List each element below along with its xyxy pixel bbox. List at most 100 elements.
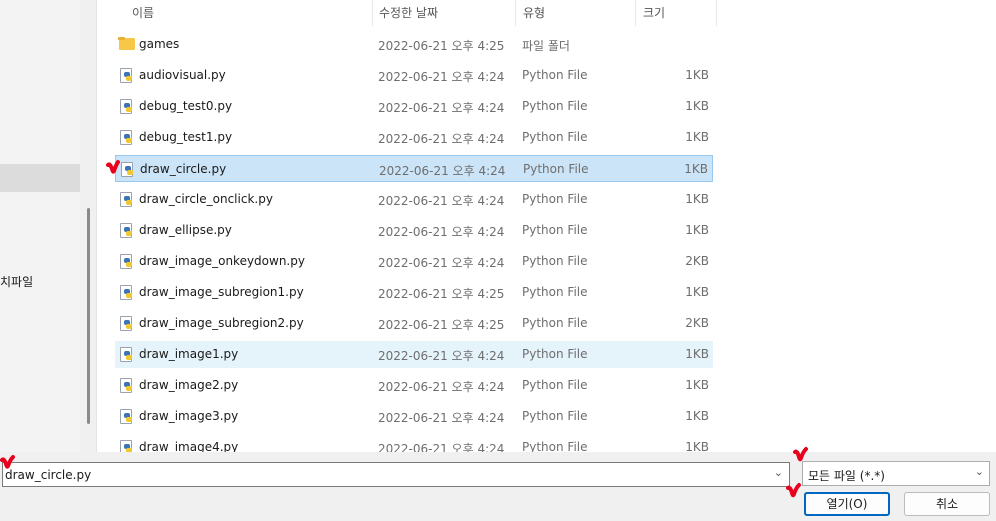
file-date-modified: 2022-06-21 오후 4:25 <box>378 287 505 301</box>
file-type: Python File <box>523 162 589 176</box>
file-date-modified: 2022-06-21 오후 4:24 <box>378 442 505 452</box>
file-date-modified: 2022-06-21 오후 4:24 <box>379 164 506 178</box>
file-date-modified: 2022-06-21 오후 4:24 <box>378 256 505 270</box>
file-date-modified: 2022-06-21 오후 4:24 <box>378 101 505 115</box>
navigation-scrollbar[interactable] <box>87 208 90 424</box>
file-row[interactable]: draw_circle.py 2022-06-21 오후 4:24 Python F… <box>115 155 713 182</box>
python-file-icon <box>120 285 134 300</box>
file-row[interactable]: draw_image4.py 2022-06-21 오후 4:24 Python F… <box>115 434 713 452</box>
file-size: 2KB <box>685 254 709 268</box>
column-header-type[interactable]: 유형 <box>523 0 635 26</box>
file-row[interactable]: draw_image_onkeydown.py 2022-06-21 오후 4:2… <box>115 248 713 275</box>
file-type: Python File <box>522 68 588 82</box>
file-size: 1KB <box>685 347 709 361</box>
filename-input-value[interactable]: draw_circle.py <box>5 468 91 482</box>
file-row[interactable]: draw_image2.py 2022-06-21 오후 4:24 Python F… <box>115 372 713 399</box>
file-name: draw_image_subregion2.py <box>139 316 304 330</box>
file-type: Python File <box>522 254 588 268</box>
file-type-filter-select[interactable]: 모든 파일 (*.*) ⌄ <box>802 461 990 486</box>
file-type: 파일 폴더 <box>522 39 570 53</box>
python-file-icon <box>121 162 135 177</box>
file-name: draw_circle.py <box>140 162 227 176</box>
python-file-icon <box>120 68 134 83</box>
file-name: draw_image_subregion1.py <box>139 285 304 299</box>
file-name: debug_test0.py <box>139 99 233 113</box>
python-file-icon <box>120 130 134 145</box>
file-type: Python File <box>522 316 588 330</box>
file-name: draw_image4.py <box>139 440 239 452</box>
file-size: 1KB <box>685 285 709 299</box>
file-row[interactable]: draw_image_subregion1.py 2022-06-21 오후 4:… <box>115 279 713 306</box>
file-type: Python File <box>522 99 588 113</box>
file-name: draw_image_onkeydown.py <box>139 254 305 268</box>
navigation-item-label[interactable]: 치파일 <box>0 273 33 290</box>
python-file-icon <box>120 223 134 238</box>
file-date-modified: 2022-06-21 오후 4:24 <box>378 225 505 239</box>
column-header-date[interactable]: 수정한 날짜 <box>379 0 515 26</box>
check-mark-annotation-icon <box>786 483 801 498</box>
chevron-down-icon[interactable]: ⌄ <box>975 465 984 478</box>
check-mark-annotation-icon <box>106 160 120 174</box>
file-row[interactable]: draw_ellipse.py 2022-06-21 오후 4:24 Python … <box>115 217 713 244</box>
file-row[interactable]: debug_test0.py 2022-06-21 오후 4:24 Python F… <box>115 93 713 120</box>
file-name: games <box>139 37 180 51</box>
file-row[interactable]: games 2022-06-21 오후 4:25 파일 폴더 <box>115 31 713 58</box>
file-type: Python File <box>522 285 588 299</box>
file-name: draw_image1.py <box>139 347 239 361</box>
column-header-name[interactable]: 이름 <box>132 0 372 26</box>
navigation-item-selected[interactable] <box>0 164 80 192</box>
file-size: 1KB <box>685 378 709 392</box>
file-row[interactable]: draw_image1.py 2022-06-21 오후 4:24 Python F… <box>115 341 713 368</box>
file-size: 1KB <box>685 440 709 452</box>
open-button[interactable]: 열기(O) <box>804 492 890 516</box>
filename-input[interactable]: draw_circle.py ⌄ <box>2 462 790 487</box>
file-row[interactable]: draw_circle_onclick.py 2022-06-21 오후 4:24… <box>115 186 713 213</box>
column-separator[interactable] <box>635 0 636 26</box>
file-date-modified: 2022-06-21 오후 4:24 <box>378 132 505 146</box>
file-name: debug_test1.py <box>139 130 233 144</box>
column-separator[interactable] <box>515 0 516 26</box>
file-date-modified: 2022-06-21 오후 4:24 <box>378 380 505 394</box>
file-size: 1KB <box>684 162 708 176</box>
file-row[interactable]: draw_image_subregion2.py 2022-06-21 오후 4:… <box>115 310 713 337</box>
file-name: draw_ellipse.py <box>139 223 232 237</box>
navigation-pane: 치파일 <box>0 0 90 452</box>
file-size: 1KB <box>685 409 709 423</box>
chevron-down-icon[interactable]: ⌄ <box>774 466 783 479</box>
file-type: Python File <box>522 223 588 237</box>
python-file-icon <box>120 99 134 114</box>
file-name: draw_image2.py <box>139 378 239 392</box>
file-name: draw_image3.py <box>139 409 239 423</box>
file-row[interactable]: audiovisual.py 2022-06-21 오후 4:24 Python F… <box>115 62 713 89</box>
file-size: 1KB <box>685 223 709 237</box>
file-row[interactable]: debug_test1.py 2022-06-21 오후 4:24 Python F… <box>115 124 713 151</box>
python-file-icon <box>120 316 134 331</box>
file-name: audiovisual.py <box>139 68 226 82</box>
python-file-icon <box>120 254 134 269</box>
check-mark-annotation-icon <box>793 447 808 462</box>
column-separator[interactable] <box>372 0 373 26</box>
column-separator[interactable] <box>716 0 717 26</box>
file-row[interactable]: draw_image3.py 2022-06-21 오후 4:24 Python F… <box>115 403 713 430</box>
python-file-icon <box>120 192 134 207</box>
file-date-modified: 2022-06-21 오후 4:24 <box>378 194 505 208</box>
file-date-modified: 2022-06-21 오후 4:25 <box>378 318 505 332</box>
file-type-filter-value[interactable]: 모든 파일 (*.*) <box>808 467 885 484</box>
folder-icon <box>118 37 135 52</box>
python-file-icon <box>120 378 134 393</box>
python-file-icon <box>120 440 134 452</box>
file-type: Python File <box>522 192 588 206</box>
file-date-modified: 2022-06-21 오후 4:24 <box>378 70 505 84</box>
file-name: draw_circle_onclick.py <box>139 192 273 206</box>
file-size: 1KB <box>685 99 709 113</box>
cancel-button[interactable]: 취소 <box>904 492 990 516</box>
column-header-size[interactable]: 크기 <box>643 0 713 26</box>
file-date-modified: 2022-06-21 오후 4:24 <box>378 349 505 363</box>
file-date-modified: 2022-06-21 오후 4:25 <box>378 39 505 53</box>
file-type: Python File <box>522 440 588 452</box>
file-type: Python File <box>522 347 588 361</box>
python-file-icon <box>120 409 134 424</box>
file-size: 2KB <box>685 316 709 330</box>
file-size: 1KB <box>685 192 709 206</box>
file-size: 1KB <box>685 130 709 144</box>
